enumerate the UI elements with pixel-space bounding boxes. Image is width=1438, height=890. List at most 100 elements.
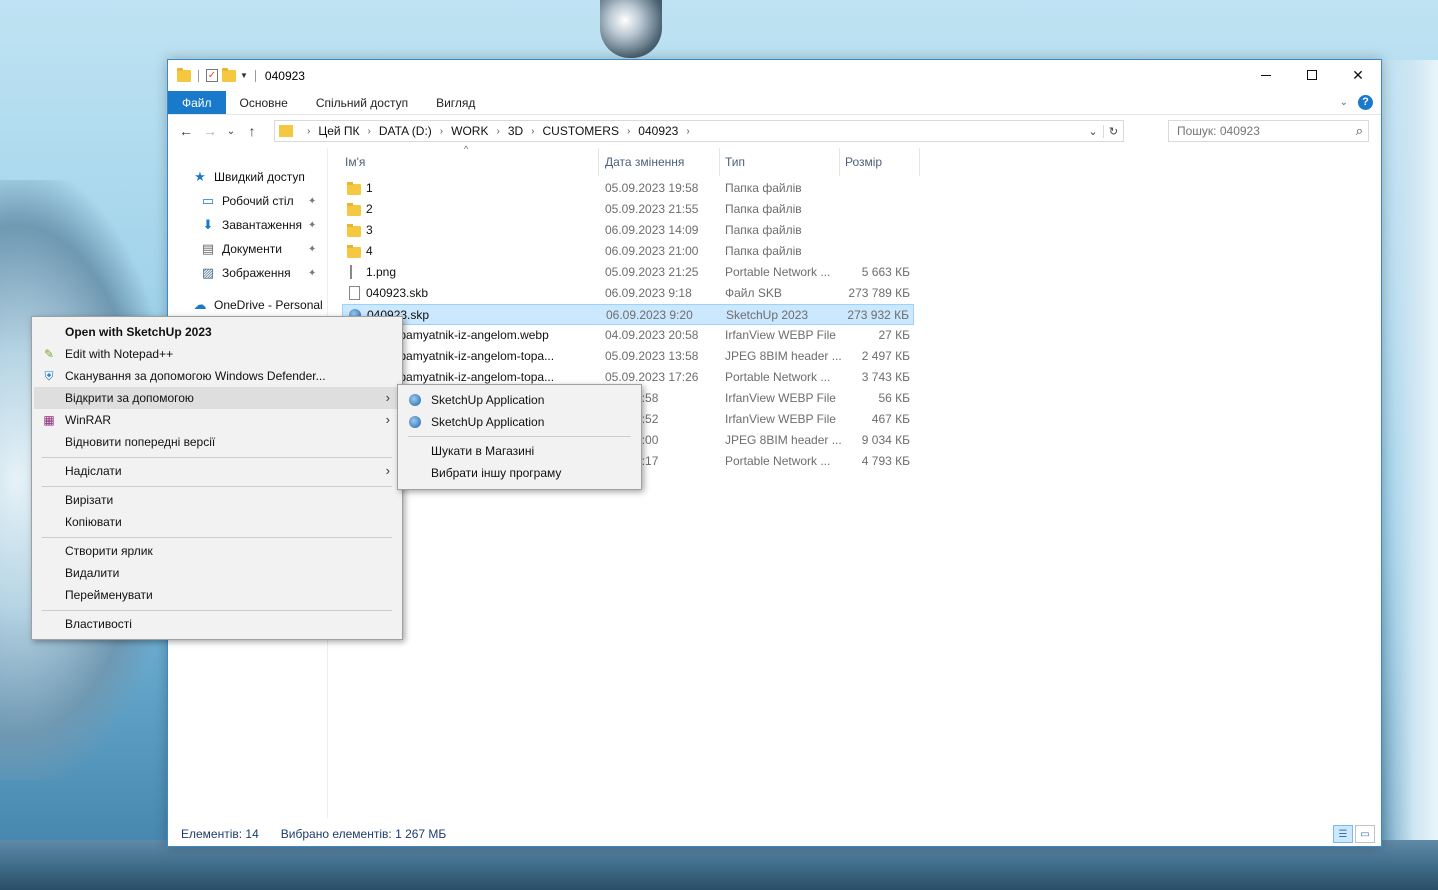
nav-pictures[interactable]: ▨ Зображення ✦	[200, 262, 330, 284]
breadcrumb-current[interactable]: 040923	[638, 124, 678, 138]
menu-item[interactable]: Створити ярлик	[34, 540, 400, 562]
menu-item-label: WinRAR	[65, 413, 112, 427]
notepadpp-icon: ✎	[43, 347, 55, 361]
file-date: 06.09.2023 21:00	[605, 244, 699, 258]
address-dropdown-icon[interactable]: ⌄	[1083, 125, 1103, 138]
customize-qat-icon[interactable]: ▼	[240, 71, 248, 80]
submenu-item[interactable]: Вибрати іншу програму	[400, 462, 639, 484]
breadcrumb-separator[interactable]: ›	[627, 126, 630, 137]
nav-item-label: Швидкий доступ	[214, 170, 305, 184]
title-bar[interactable]: ✓ ▼ 040923 ✕	[168, 60, 1381, 91]
help-icon[interactable]: ?	[1358, 95, 1373, 110]
maximize-button[interactable]	[1289, 60, 1335, 90]
breadcrumb-work[interactable]: WORK	[451, 124, 488, 138]
file-date: 05.09.2023 13:58	[605, 349, 699, 363]
search-box[interactable]: ⌕	[1168, 120, 1369, 142]
minimize-button[interactable]	[1243, 60, 1289, 90]
pin-icon[interactable]: ✦	[308, 244, 316, 255]
search-input[interactable]	[1177, 124, 1337, 138]
close-button[interactable]: ✕	[1335, 60, 1381, 90]
file-type: SketchUp 2023	[726, 308, 809, 322]
table-row[interactable]: 3 06.09.2023 14:09 Папка файлів	[342, 220, 914, 241]
large-icons-view-button[interactable]: ▭	[1355, 825, 1375, 843]
winrar-icon: ▦	[43, 413, 55, 427]
menu-item-label: Копіювати	[65, 515, 122, 529]
breadcrumb-3d[interactable]: 3D	[508, 124, 523, 138]
details-view-button[interactable]: ☰	[1333, 825, 1353, 843]
breadcrumb-separator[interactable]: ›	[368, 126, 371, 137]
submenu-item[interactable]: SketchUp Application	[400, 411, 639, 433]
forward-button[interactable]: →	[198, 123, 222, 139]
address-bar[interactable]: › Цей ПК › DATA (D:) › WORK › 3D › CUSTOMERS…	[274, 120, 1124, 142]
table-row[interactable]: 040923.skp 06.09.2023 9:20 SketchUp 2023 27…	[342, 304, 914, 325]
menu-item[interactable]: Видалити	[34, 562, 400, 584]
search-icon[interactable]: ⌕	[1356, 123, 1363, 139]
menu-item[interactable]: Копіювати	[34, 511, 400, 533]
menu-item[interactable]: Open with SketchUp 2023	[34, 321, 400, 343]
breadcrumb-separator[interactable]: ›	[307, 126, 310, 137]
recent-locations-button[interactable]: ⌄	[222, 126, 240, 137]
nav-onedrive[interactable]: ☁ OneDrive - Personal	[192, 294, 323, 316]
minimize-icon	[1261, 74, 1271, 76]
menu-item[interactable]: Відкрити за допомогою ›	[34, 387, 400, 409]
menu-separator	[42, 610, 392, 611]
pin-icon[interactable]: ✦	[308, 220, 316, 231]
file-name: 040923.skb	[366, 286, 429, 300]
nav-quick-access[interactable]: ★ Швидкий доступ	[192, 166, 305, 188]
up-button[interactable]: ↑	[240, 123, 264, 139]
breadcrumb-this-pc[interactable]: Цей ПК	[318, 124, 359, 138]
column-header-date[interactable]: Дата змінення	[600, 148, 720, 176]
table-row[interactable]: 4 06.09.2023 21:00 Папка файлів	[342, 241, 914, 262]
table-row[interactable]: 5171_pamyatnik-iz-angelom-topa... 05.09.2…	[342, 346, 914, 367]
menu-item-label: Edit with Notepad++	[65, 347, 174, 361]
table-row[interactable]: 2 05.09.2023 21:55 Папка файлів	[342, 199, 914, 220]
back-button[interactable]: ←	[174, 123, 198, 139]
tab-file[interactable]: Файл	[168, 91, 226, 114]
breadcrumb-separator[interactable]: ›	[531, 126, 534, 137]
tab-view[interactable]: Вигляд	[422, 91, 489, 114]
menu-item[interactable]: Перейменувати	[34, 584, 400, 606]
file-date: 06.09.2023 9:18	[605, 286, 692, 300]
desktop-wallpaper-bottom	[0, 840, 1438, 890]
column-header-size[interactable]: Розмір	[840, 148, 920, 176]
pin-icon[interactable]: ✦	[308, 196, 316, 207]
tab-share[interactable]: Спільний доступ	[302, 91, 422, 114]
file-type: IrfanView WEBP File	[725, 328, 836, 342]
breadcrumb-customers[interactable]: CUSTOMERS	[543, 124, 619, 138]
breadcrumb-separator[interactable]: ›	[440, 126, 443, 137]
quick-access-toolbar: ✓ ▼	[168, 67, 259, 82]
tab-home[interactable]: Основне	[226, 91, 302, 114]
menu-item[interactable]: ✎ Edit with Notepad++	[34, 343, 400, 365]
table-row[interactable]: 5171_pamyatnik-iz-angelom.webp 04.09.2023…	[342, 325, 914, 346]
expand-ribbon-icon[interactable]: ⌄	[1340, 97, 1348, 108]
submenu-item[interactable]: SketchUp Application	[400, 389, 639, 411]
menu-item-label: SketchUp Application	[431, 415, 545, 429]
menu-item[interactable]: ⛨ Сканування за допомогою Windows Defende…	[34, 365, 400, 387]
breadcrumb-data-drive[interactable]: DATA (D:)	[379, 124, 432, 138]
file-size: 27 КБ	[878, 328, 910, 342]
submenu-item[interactable]: Шукати в Магазині	[400, 440, 639, 462]
menu-item[interactable]: Надіслати ›	[34, 460, 400, 482]
pin-icon[interactable]: ✦	[308, 268, 316, 279]
documents-icon: ▤	[201, 241, 215, 256]
nav-downloads[interactable]: ⬇ Завантаження ✦	[200, 214, 330, 236]
new-folder-icon[interactable]	[222, 67, 236, 82]
column-header-type[interactable]: Тип	[720, 148, 840, 176]
table-row[interactable]: 040923.skb 06.09.2023 9:18 Файл SKB 273 789…	[342, 283, 914, 304]
table-row[interactable]: 1 05.09.2023 19:58 Папка файлів	[342, 178, 914, 199]
menu-item[interactable]: Вирізати	[34, 489, 400, 511]
sketchup-icon	[407, 415, 423, 429]
nav-desktop[interactable]: ▭ Робочий стіл ✦	[200, 190, 330, 212]
breadcrumb-separator[interactable]: ›	[686, 126, 689, 137]
menu-item[interactable]: Властивості	[34, 613, 400, 635]
column-header-name[interactable]: Ім'я ^	[340, 144, 599, 176]
nav-documents[interactable]: ▤ Документи ✦	[200, 238, 330, 260]
properties-icon[interactable]: ✓	[206, 69, 218, 82]
table-row[interactable]: 1.png 05.09.2023 21:25 Portable Network ..…	[342, 262, 914, 283]
breadcrumb-separator[interactable]: ›	[496, 126, 499, 137]
file-name: 1.png	[366, 265, 397, 279]
refresh-icon[interactable]: ↻	[1103, 124, 1123, 138]
menu-item[interactable]: ▦ WinRAR ›	[34, 409, 400, 431]
menu-item[interactable]: Відновити попередні версії	[34, 431, 400, 453]
folder-icon	[347, 224, 361, 237]
